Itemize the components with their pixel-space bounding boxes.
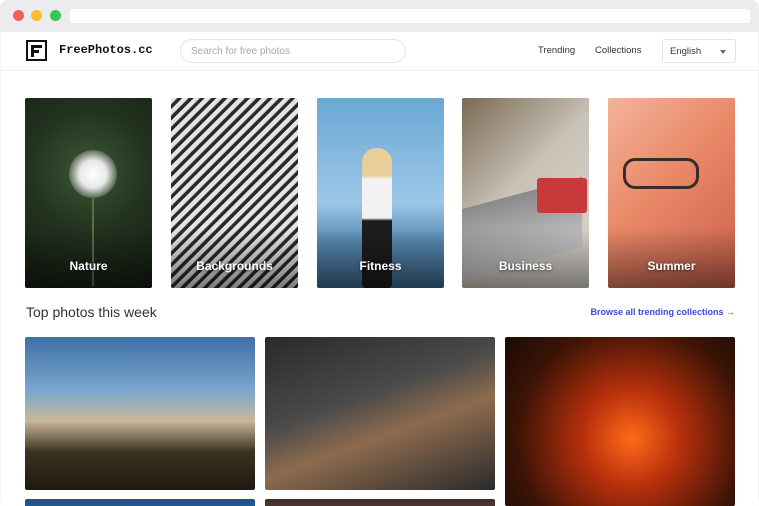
photo-card-fire[interactable] xyxy=(505,337,735,506)
category-card-business[interactable]: Business xyxy=(462,98,589,288)
category-label: Nature xyxy=(69,259,108,273)
category-card-fitness[interactable]: Fitness xyxy=(317,98,444,288)
category-card-nature[interactable]: Nature xyxy=(25,98,152,288)
minimize-window-button[interactable] xyxy=(31,10,42,21)
maximize-window-button[interactable] xyxy=(50,10,61,21)
card-shade xyxy=(171,228,298,288)
section-title: Top photos this week xyxy=(26,304,157,320)
category-label: Fitness xyxy=(359,259,402,273)
card-shade xyxy=(462,228,589,288)
sunglasses-image xyxy=(623,158,699,189)
category-label: Summer xyxy=(647,259,696,273)
nav-collections-link[interactable]: Collections xyxy=(595,45,641,56)
category-card-summer[interactable]: Summer xyxy=(608,98,735,288)
page: FreePhotos.cc Trending Collections Engli… xyxy=(1,32,758,506)
photo-card-grill[interactable] xyxy=(265,337,495,490)
language-select-value: English xyxy=(670,46,702,57)
chevron-down-icon xyxy=(720,50,726,54)
close-window-button[interactable] xyxy=(13,10,24,21)
logo-icon[interactable] xyxy=(26,40,47,61)
card-shade xyxy=(608,228,735,288)
site-header: FreePhotos.cc Trending Collections Engli… xyxy=(1,32,758,71)
category-label: Business xyxy=(498,259,553,273)
category-label: Backgrounds xyxy=(196,259,273,273)
nav-trending-link[interactable]: Trending xyxy=(538,45,575,56)
dandelion-image xyxy=(69,150,117,198)
photo-card-grass-sky[interactable] xyxy=(25,337,255,490)
search-input[interactable] xyxy=(180,39,406,63)
browse-trending-link[interactable]: Browse all trending collections → xyxy=(590,307,735,317)
card-shade xyxy=(317,228,444,288)
photo-card[interactable] xyxy=(25,499,255,506)
card-shade xyxy=(25,228,152,288)
browser-window: FreePhotos.cc Trending Collections Engli… xyxy=(0,0,759,506)
category-card-backgrounds[interactable]: Backgrounds xyxy=(171,98,298,288)
language-select[interactable]: English xyxy=(662,39,736,63)
title-bar xyxy=(0,0,759,32)
phone-image xyxy=(537,178,587,213)
brand-name[interactable]: FreePhotos.cc xyxy=(59,43,153,57)
address-bar[interactable] xyxy=(70,9,750,23)
photo-card[interactable] xyxy=(265,499,495,506)
